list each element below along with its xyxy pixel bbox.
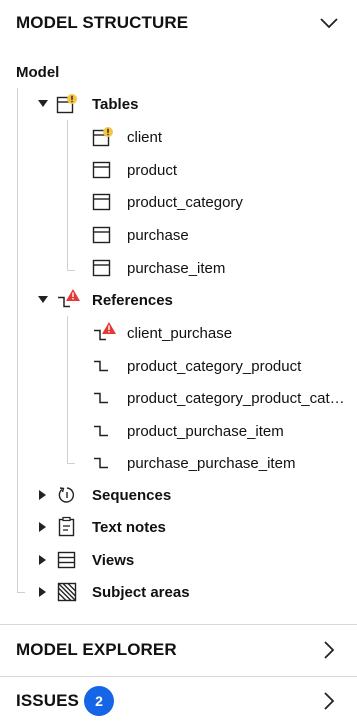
reference-icon (92, 453, 112, 473)
tree-item-label: product (127, 162, 178, 179)
caret-down-icon[interactable] (38, 294, 48, 306)
tree-item-label: purchase_item (127, 260, 226, 277)
tree-item-label: product_category_product_cat… (127, 390, 345, 407)
subject-area-icon (57, 582, 77, 602)
tree-item-label: client (127, 129, 163, 146)
tree-item-table[interactable]: product_category (0, 186, 357, 218)
text-note-icon (57, 516, 77, 537)
view-icon (57, 550, 77, 570)
tree-item-table[interactable]: client (0, 121, 357, 153)
divider (0, 676, 357, 677)
tree-item-text-notes[interactable]: Text notes (0, 511, 357, 543)
tree-item-reference[interactable]: client_purchase (0, 317, 357, 349)
model-label: Model (16, 64, 60, 81)
tree-item-reference[interactable]: purchase_purchase_item (0, 447, 357, 479)
tree-item-views[interactable]: Views (0, 544, 357, 576)
tree-item-label: Tables (92, 96, 139, 113)
tree-item-label: Sequences (92, 487, 172, 504)
tree-item-label: purchase_purchase_item (127, 455, 296, 472)
reference-icon (92, 421, 112, 441)
sequence-icon (57, 485, 77, 505)
reference-icon (92, 388, 112, 408)
issues-count-badge: 2 (84, 686, 114, 716)
model-explorer-header[interactable]: MODEL EXPLORER (0, 634, 357, 666)
chevron-right-icon[interactable] (319, 640, 339, 660)
tree-item-subject-areas[interactable]: Subject areas (0, 576, 357, 608)
chevron-down-icon[interactable] (319, 13, 339, 33)
tree-item-label: References (92, 292, 173, 309)
issues-header[interactable]: ISSUES 2 (0, 686, 357, 716)
caret-right-icon[interactable] (38, 554, 48, 566)
tree-item-references[interactable]: References (0, 284, 357, 316)
table-warning-icon (56, 94, 77, 114)
tree-item-table[interactable]: product (0, 154, 357, 186)
tree-item-reference[interactable]: product_purchase_item (0, 415, 357, 447)
model-structure-header[interactable]: MODEL STRUCTURE (0, 8, 357, 38)
tree-item-tables[interactable]: Tables (0, 88, 357, 120)
table-icon (92, 258, 112, 278)
model-explorer-title: MODEL EXPLORER (16, 640, 177, 659)
model-structure-title: MODEL STRUCTURE (16, 13, 189, 32)
table-icon (92, 160, 112, 180)
caret-right-icon[interactable] (38, 521, 48, 533)
tree-item-label: purchase (127, 227, 189, 244)
table-icon (92, 192, 112, 212)
issues-title: ISSUES (16, 691, 79, 710)
tree-item-label: product_purchase_item (127, 423, 284, 440)
reference-error-icon (56, 288, 80, 308)
tree-item-reference[interactable]: product_category_product_cat… (0, 382, 357, 414)
reference-icon (92, 356, 112, 376)
table-warning-icon (92, 127, 113, 147)
caret-right-icon[interactable] (38, 489, 48, 501)
caret-right-icon[interactable] (38, 586, 48, 598)
tree-item-label: Subject areas (92, 584, 190, 601)
caret-down-icon[interactable] (38, 98, 48, 110)
tree-item-table[interactable]: purchase_item (0, 252, 357, 284)
tree-item-sequences[interactable]: Sequences (0, 479, 357, 511)
tree-item-label: product_category (127, 194, 243, 211)
tree-item-table[interactable]: purchase (0, 219, 357, 251)
tree-item-label: client_purchase (127, 325, 233, 342)
tree-item-label: product_category_product (127, 358, 302, 375)
chevron-right-icon[interactable] (319, 691, 339, 711)
reference-error-icon (92, 321, 116, 341)
table-icon (92, 225, 112, 245)
tree-item-label: Text notes (92, 519, 166, 536)
tree-item-label: Views (92, 552, 135, 569)
tree-item-reference[interactable]: product_category_product (0, 350, 357, 382)
divider (0, 624, 357, 625)
